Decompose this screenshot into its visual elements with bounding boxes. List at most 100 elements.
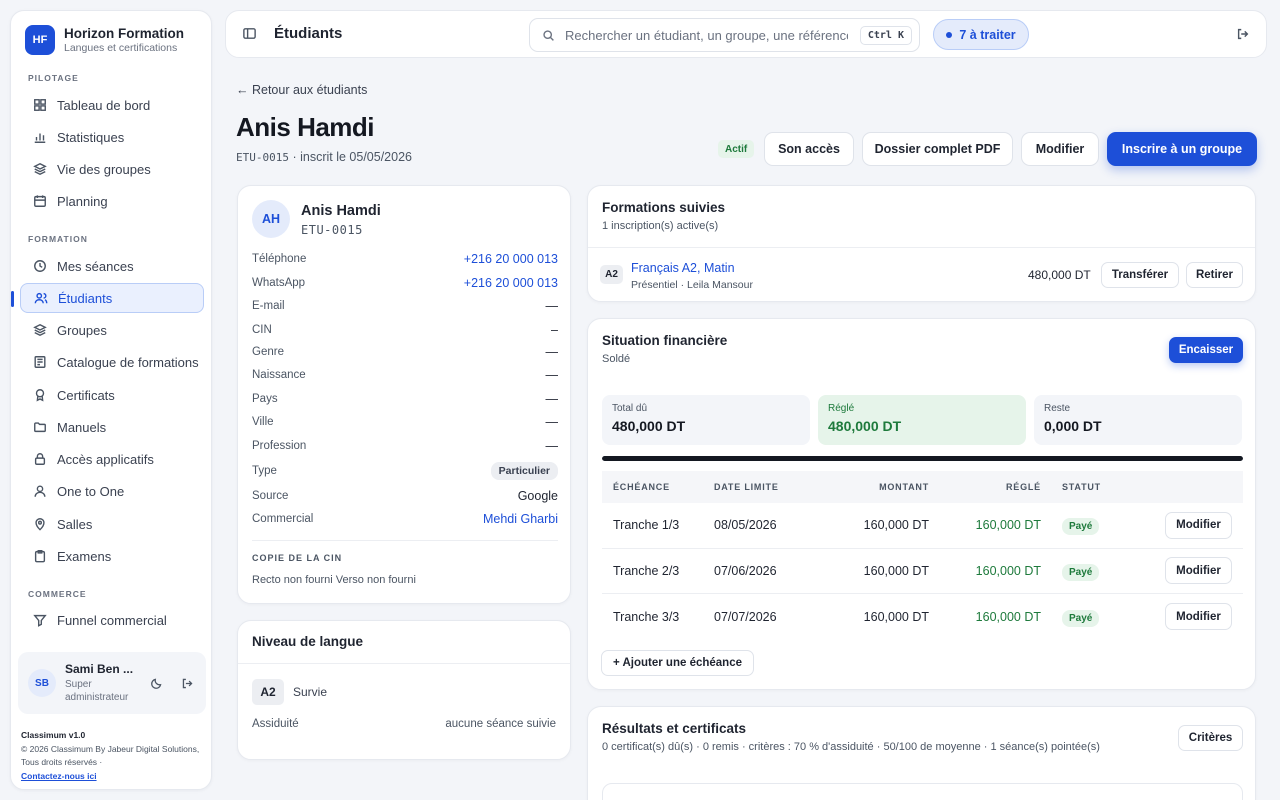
add-installment-button[interactable]: + Ajouter une échéance xyxy=(601,650,754,676)
avatar: SB xyxy=(28,669,56,697)
collect-button[interactable]: Encaisser xyxy=(1169,337,1243,363)
installment-amount: 160,000 DT xyxy=(863,518,929,533)
pdf-dossier-button[interactable]: Dossier complet PDF xyxy=(862,132,1013,166)
sidebar-item-funnel[interactable]: Funnel commercial xyxy=(20,605,204,635)
sidebar-item-statistics[interactable]: Statistiques xyxy=(20,122,204,152)
attendance-label: Assiduité xyxy=(252,718,299,730)
sidebar-item-certificates[interactable]: Certificats xyxy=(20,380,204,410)
field-label: Ville xyxy=(252,416,274,428)
phone-link[interactable]: +216 20 000 013 xyxy=(464,252,558,266)
sidebar-item-label: Groupes xyxy=(57,322,107,338)
sidebar-item-catalog[interactable]: Catalogue de formations xyxy=(20,347,204,377)
commercial-link[interactable]: Mehdi Gharbi xyxy=(483,512,558,526)
field-profession: Profession — xyxy=(252,438,558,454)
edit-installment-button[interactable]: Modifier xyxy=(1165,511,1232,539)
search-input[interactable] xyxy=(565,27,848,43)
access-button[interactable]: Son accès xyxy=(764,132,854,166)
remove-button[interactable]: Retirer xyxy=(1186,262,1243,288)
level-badge: A2 xyxy=(252,679,284,705)
formation-price: 480,000 DT xyxy=(1028,268,1091,282)
field-value: Google xyxy=(517,489,558,503)
edit-button[interactable]: Modifier xyxy=(1021,132,1099,166)
sidebar-item-planning[interactable]: Planning xyxy=(20,186,204,216)
logout-icon xyxy=(182,678,192,688)
table-row: Tranche 3/3 07/07/2026 160,000 DT 160,00… xyxy=(602,594,1243,640)
field-source: Source Google xyxy=(252,488,558,504)
student-name-title: Anis Hamdi xyxy=(236,112,375,142)
divider xyxy=(238,663,570,664)
sidebar-footer: Classimum v1.0 © 2026 Classimum By Jabeu… xyxy=(21,729,201,783)
column-header: DATE LIMITE xyxy=(714,482,779,492)
status-badge: Payé xyxy=(1062,563,1100,581)
column-header: ÉCHÉANCE xyxy=(613,482,670,492)
contact-link[interactable]: Contactez-nous ici xyxy=(21,771,97,781)
edit-installment-button[interactable]: Modifier xyxy=(1165,557,1232,585)
finance-card-title: Situation financière xyxy=(602,333,728,348)
copyright: © 2026 Classimum By Jabeur Digital Solut… xyxy=(21,743,200,768)
logout-button[interactable] xyxy=(1236,27,1250,44)
field-value: — xyxy=(545,392,559,406)
sidebar-item-exams[interactable]: Examens xyxy=(20,541,204,571)
field-value: — xyxy=(545,345,559,359)
edit-installment-button[interactable]: Modifier xyxy=(1165,603,1232,631)
installment-date: 07/07/2026 xyxy=(714,609,777,624)
brand-logo: HF xyxy=(25,25,55,55)
transfer-button[interactable]: Transférer xyxy=(1101,262,1179,288)
sidebar-item-label: Planning xyxy=(57,193,108,209)
whatsapp-link[interactable]: +216 20 000 013 xyxy=(464,276,558,290)
cin-copy-status: Recto non fourni Verso non fourni xyxy=(252,574,416,586)
sidebar-item-dashboard[interactable]: Tableau de bord xyxy=(20,90,204,120)
sidebar-item-one-to-one[interactable]: One to One xyxy=(20,476,204,506)
todo-button[interactable]: 7 à traiter xyxy=(933,19,1029,50)
formations-card: Formations suivies 1 inscription(s) acti… xyxy=(587,185,1256,302)
theme-toggle-button[interactable] xyxy=(145,672,167,694)
topbar: Étudiants Ctrl K 7 à traiter xyxy=(225,10,1267,58)
field-value: — xyxy=(545,368,559,382)
sidebar-item-group-life[interactable]: Vie des groupes xyxy=(20,154,204,184)
sidebar-item-app-access[interactable]: Accès applicatifs xyxy=(20,444,204,474)
column-header: RÉGLÉ xyxy=(1005,482,1041,492)
field-whatsapp: WhatsApp +216 20 000 013 xyxy=(252,275,558,291)
profile-name: Anis Hamdi xyxy=(301,203,381,219)
sidebar-item-manuals[interactable]: Manuels xyxy=(20,412,204,442)
clipboard-icon xyxy=(34,550,46,563)
paid-label: Réglé xyxy=(828,403,855,414)
type-badge: Particulier xyxy=(490,462,558,480)
remaining-label: Reste xyxy=(1044,403,1071,414)
field-phone: Téléphone +216 20 000 013 xyxy=(252,251,558,267)
sidebar-item-students[interactable]: Étudiants xyxy=(11,283,204,313)
installment-name: Tranche 2/3 xyxy=(613,563,680,578)
field-value: — xyxy=(545,439,559,453)
section-label-formation: FORMATION xyxy=(28,234,88,244)
status-badge: Payé xyxy=(1062,609,1100,627)
field-label: Type xyxy=(252,465,277,477)
sidebar-logout-button[interactable] xyxy=(176,672,198,694)
search-box[interactable]: Ctrl K xyxy=(529,18,920,52)
enroll-group-button[interactable]: Inscrire à un groupe xyxy=(1107,132,1257,166)
calendar-icon xyxy=(34,195,46,207)
divider xyxy=(252,540,558,541)
installment-paid: 160,000 DT xyxy=(975,518,1041,533)
attendance-value: aucune séance suivie xyxy=(445,718,556,730)
payment-progress-fill xyxy=(602,456,1243,461)
field-email: E-mail — xyxy=(252,298,558,314)
student-meta: ETU-0015 · inscrit le 05/05/2026 xyxy=(236,150,412,164)
field-commercial: Commercial Mehdi Gharbi xyxy=(252,511,558,527)
formation-name-link[interactable]: Français A2, Matin xyxy=(631,261,735,275)
profile-code: ETU-0015 xyxy=(301,223,363,237)
sidebar-item-rooms[interactable]: Salles xyxy=(20,509,204,539)
sidebar-item-groups[interactable]: Groupes xyxy=(20,315,204,345)
criteria-button[interactable]: Critères xyxy=(1178,725,1243,751)
bar-chart-icon xyxy=(34,133,46,143)
field-value: – xyxy=(551,323,558,337)
brand-name: Horizon Formation xyxy=(64,26,184,41)
sidebar-item-sessions[interactable]: Mes séances xyxy=(20,251,204,281)
table-header: ÉCHÉANCE DATE LIMITE MONTANT RÉGLÉ STATU… xyxy=(602,471,1243,503)
results-card-subtitle: 0 certificat(s) dû(s) · 0 remis · critèr… xyxy=(602,741,1100,753)
sidebar-toggle-button[interactable] xyxy=(242,26,257,44)
brand[interactable]: HF Horizon Formation Langues et certific… xyxy=(25,25,184,55)
back-link[interactable]: ← Retour aux étudiants xyxy=(236,83,367,97)
installment-name: Tranche 1/3 xyxy=(613,518,680,533)
page-heading: Étudiants xyxy=(274,25,343,42)
field-cin: CIN – xyxy=(252,322,558,338)
